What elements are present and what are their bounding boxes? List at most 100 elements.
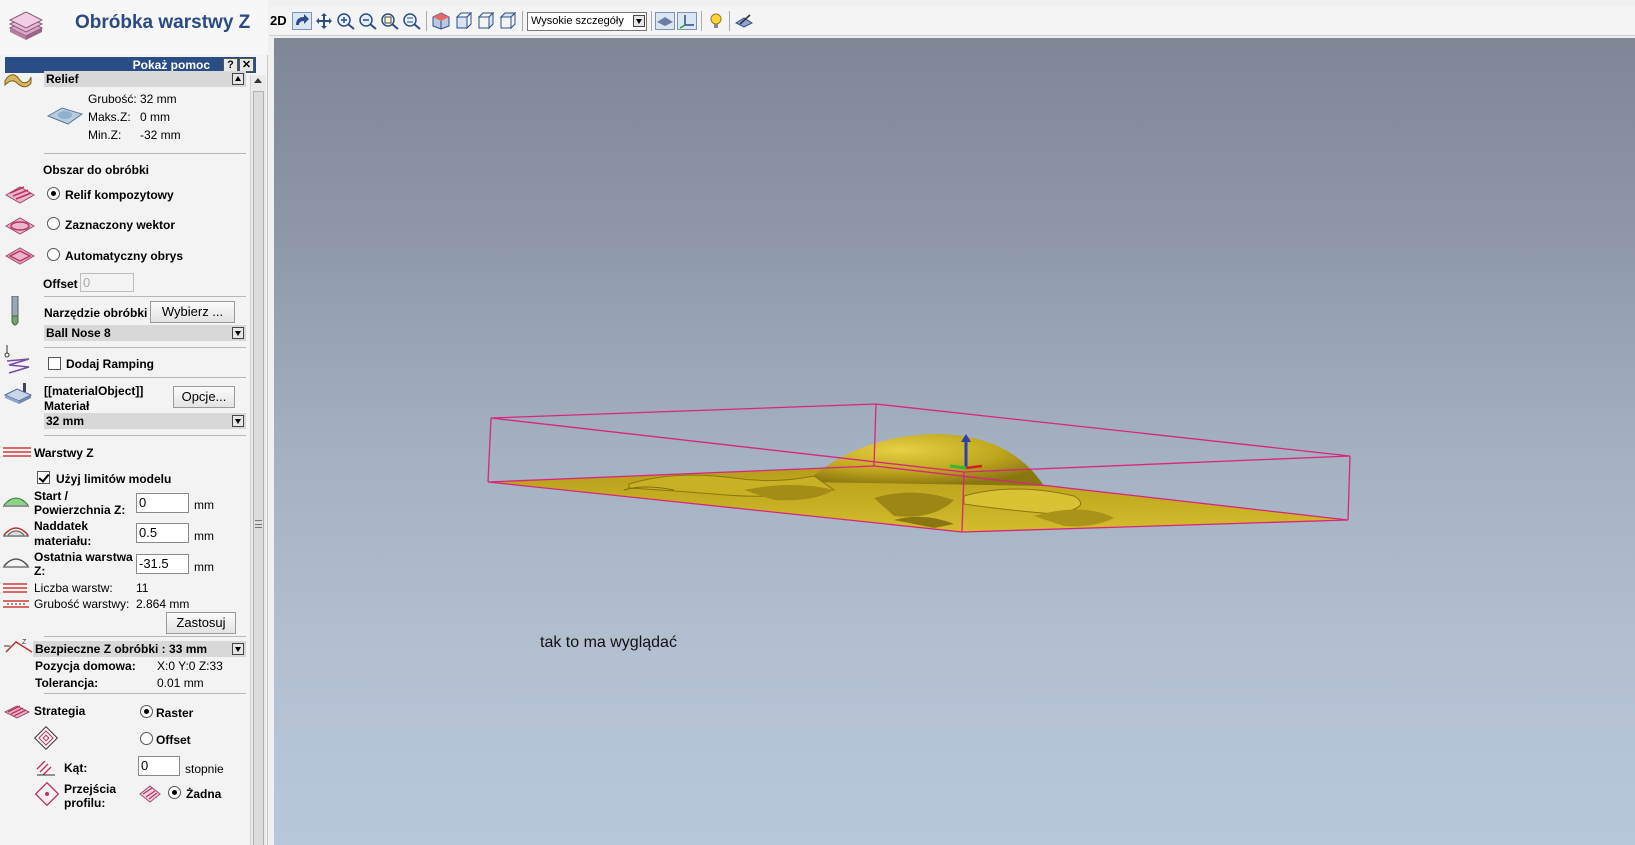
relief-header[interactable]: Relief — [44, 71, 246, 87]
radio-offset[interactable] — [140, 732, 153, 745]
side-view-icon[interactable] — [475, 12, 495, 30]
angle-icon — [36, 760, 55, 776]
svg-text:Z: Z — [22, 639, 27, 646]
profile-pass-icon — [35, 782, 59, 806]
layer-count-icon — [3, 583, 27, 593]
shaded-view-icon[interactable] — [655, 12, 675, 30]
axes-icon[interactable] — [677, 12, 697, 30]
front-view-icon[interactable] — [453, 12, 473, 30]
ramping-checkbox[interactable] — [48, 357, 61, 370]
zoom-in-icon[interactable] — [336, 12, 356, 30]
view-toolbar: 2D Wysokie szczegóły — [270, 6, 1635, 36]
divider — [44, 347, 246, 348]
divider — [44, 435, 246, 436]
zoom-out-icon[interactable] — [358, 12, 378, 30]
safe-z-dropdown[interactable]: Bezpieczne Z obróbki : 33 mm — [33, 641, 246, 657]
selected-tool: Ball Nose 8 — [46, 326, 111, 340]
use-model-limits-label[interactable]: Użyj limitów modelu — [56, 472, 171, 486]
toolbar-separator — [701, 11, 702, 31]
divider — [44, 296, 246, 297]
detail-level-select[interactable]: Wysokie szczegóły — [527, 12, 647, 31]
zlayers-title: Warstwy Z — [34, 446, 94, 460]
strategy-raster[interactable]: Raster — [156, 706, 193, 720]
angle-input[interactable]: 0 — [138, 756, 180, 776]
mode-2d-button[interactable]: 2D — [270, 13, 292, 31]
no-profile-icon — [139, 785, 161, 803]
top-view-icon[interactable] — [497, 12, 517, 30]
apply-button[interactable]: Zastosuj — [166, 612, 236, 634]
choose-tool-button[interactable]: Wybierz ... — [150, 301, 235, 323]
angle-label: Kąt: — [64, 761, 88, 775]
left-panel: Obróbka warstwy Z Pokaż pomoc ? ✕ Relief… — [0, 0, 268, 845]
start-surface-input[interactable]: 0 — [136, 493, 189, 513]
strategy-icon — [3, 705, 31, 719]
rotate-icon[interactable] — [292, 12, 312, 30]
panel-scrollbar[interactable] — [250, 75, 266, 845]
z-layers-icon — [3, 447, 31, 457]
divider — [44, 377, 246, 378]
layer-thickness-icon — [3, 600, 29, 608]
radio-auto-outline[interactable] — [47, 248, 60, 261]
area-option-outline[interactable]: Automatyczny obrys — [65, 249, 183, 263]
start-label-line2: Powierzchnia Z: — [34, 503, 126, 517]
collapse-arrow-icon[interactable] — [232, 73, 244, 85]
chevron-down-icon[interactable] — [633, 15, 645, 27]
zoom-window-icon[interactable] — [402, 12, 422, 30]
start-label-line1: Start / — [34, 489, 69, 503]
3d-viewport[interactable]: tak to ma wyglądać — [274, 38, 1635, 845]
last-layer-label-line2: Z: — [34, 564, 46, 578]
detail-level-value: Wysokie szczegóły — [531, 15, 624, 27]
viewport-caption: tak to ma wyglądać — [540, 634, 677, 651]
last-layer-label-line1: Ostatnia warstwa — [34, 550, 133, 564]
profile-passes-label-line2: profilu: — [64, 796, 106, 810]
allowance-label-line2: materiału: — [34, 534, 92, 548]
chevron-down-icon[interactable] — [232, 327, 244, 339]
chevron-down-icon[interactable] — [232, 643, 244, 655]
selected-vector-icon — [4, 217, 36, 235]
minz-value: -32 mm — [140, 128, 181, 142]
material-allowance-icon — [3, 527, 29, 537]
offset-label: Offset — [43, 277, 78, 291]
radio-selected-vector[interactable] — [47, 217, 60, 230]
radio-raster[interactable] — [140, 705, 153, 718]
radio-composite-relief[interactable] — [47, 187, 60, 200]
layer-thickness-value: 2.864 mm — [136, 597, 190, 611]
ramping-label[interactable]: Dodaj Ramping — [66, 357, 154, 371]
show-help-link[interactable]: Pokaż pomoc — [133, 58, 210, 72]
lighting-icon[interactable] — [706, 12, 726, 30]
radio-profile-none[interactable] — [168, 786, 181, 799]
profile-option-none[interactable]: Żadna — [186, 787, 221, 801]
maxz-label: Maks.Z: — [88, 110, 131, 124]
tool-dropdown[interactable]: Ball Nose 8 — [44, 325, 246, 341]
material-settings-icon[interactable] — [734, 12, 754, 30]
close-button[interactable]: ✕ — [239, 58, 254, 72]
allowance-label-line1: Naddatek — [34, 519, 89, 533]
relief-header-label: Relief — [46, 72, 79, 86]
profile-passes-label-line1: Przejścia — [64, 782, 117, 796]
composite-relief-icon — [4, 186, 36, 204]
thickness-value: 32 mm — [140, 92, 177, 106]
layer-thickness-label: Grubość warstwy: — [34, 597, 130, 611]
last-layer-icon — [3, 558, 29, 568]
chevron-down-icon[interactable] — [232, 415, 244, 427]
help-button[interactable]: ? — [223, 58, 238, 72]
toolbar-separator — [522, 11, 523, 31]
iso-view-icon[interactable] — [431, 12, 451, 30]
toolbar-separator — [729, 11, 730, 31]
use-model-limits-checkbox[interactable] — [37, 471, 50, 484]
last-layer-input[interactable]: -31.5 — [136, 554, 189, 574]
strategy-offset[interactable]: Offset — [156, 733, 191, 747]
scroll-grip-icon — [255, 520, 262, 528]
divider — [44, 693, 246, 694]
zoom-fit-icon[interactable] — [380, 12, 400, 30]
material-dropdown[interactable]: 32 mm — [44, 413, 246, 429]
area-option-composite[interactable]: Relif kompozytowy — [65, 188, 174, 202]
material-allowance-input[interactable]: 0.5 — [136, 523, 189, 543]
scrollbar-thumb[interactable] — [253, 91, 264, 845]
scroll-up-arrow-icon[interactable] — [254, 78, 262, 83]
area-option-vector[interactable]: Zaznaczony wektor — [65, 218, 175, 232]
pan-icon[interactable] — [314, 12, 334, 30]
panel-title: Obróbka warstwy Z — [75, 12, 251, 33]
material-options-button[interactable]: Opcje... — [173, 386, 235, 408]
offset-input[interactable]: 0 — [80, 273, 134, 292]
